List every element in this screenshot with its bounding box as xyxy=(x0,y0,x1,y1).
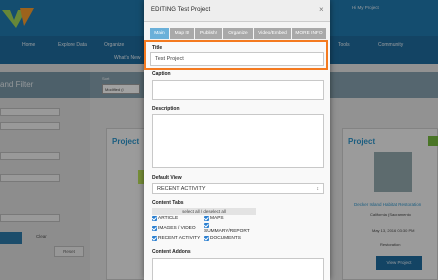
default-view-value: RECENT ACTIVITY xyxy=(157,186,206,192)
description-label: Description xyxy=(152,106,180,112)
tab-publish[interactable]: Publish! xyxy=(195,28,222,39)
default-view-select[interactable]: RECENT ACTIVITY ↕ xyxy=(152,183,324,194)
checkbox-images-video[interactable] xyxy=(152,226,157,231)
tab-map-it[interactable]: Map It! xyxy=(170,28,194,39)
checkbox-article[interactable] xyxy=(152,216,157,221)
tab-more-info[interactable]: MORE INFO xyxy=(292,28,326,39)
modal-title: EDITING Test Project xyxy=(151,7,211,13)
checkbox-summary-report[interactable] xyxy=(204,223,209,228)
checkbox-images-video-label: IMAGES / VIDEO xyxy=(158,226,196,231)
checkbox-maps[interactable] xyxy=(204,216,209,221)
title-field-highlight xyxy=(144,40,328,70)
modal-header: EDITING Test Project × xyxy=(144,0,330,22)
select-all-toggle[interactable]: select all / deselect all xyxy=(152,208,256,215)
content-tabs-label: Content Tabs xyxy=(152,200,184,206)
checkbox-recent-activity[interactable] xyxy=(152,236,157,241)
tab-main[interactable]: Main xyxy=(150,28,169,39)
modal-content: Title Test Project Caption Description D… xyxy=(144,40,330,280)
chevron-down-icon: ↕ xyxy=(316,186,320,192)
content-addons-field[interactable] xyxy=(152,258,324,280)
checkbox-documents-label: DOCUMENTS xyxy=(210,236,241,241)
content-addons-label: Content Addons xyxy=(152,249,191,255)
checkbox-article-label: ARTICLE xyxy=(158,216,179,221)
checkbox-documents[interactable] xyxy=(204,236,209,241)
tab-organize[interactable]: Organize xyxy=(223,28,253,39)
default-view-label: Default View xyxy=(152,175,182,181)
caption-field[interactable] xyxy=(152,80,324,100)
close-icon[interactable]: × xyxy=(319,6,324,14)
checkbox-summary-report-label: SUMMARY/REPORT xyxy=(204,229,250,234)
checkbox-maps-label: MAPS xyxy=(210,216,224,221)
checkbox-recent-activity-label: RECENT ACTIVITY xyxy=(158,236,201,241)
tab-video-embed[interactable]: Video/Embed xyxy=(254,28,291,39)
description-field[interactable] xyxy=(152,114,324,168)
caption-label: Caption xyxy=(152,71,171,77)
